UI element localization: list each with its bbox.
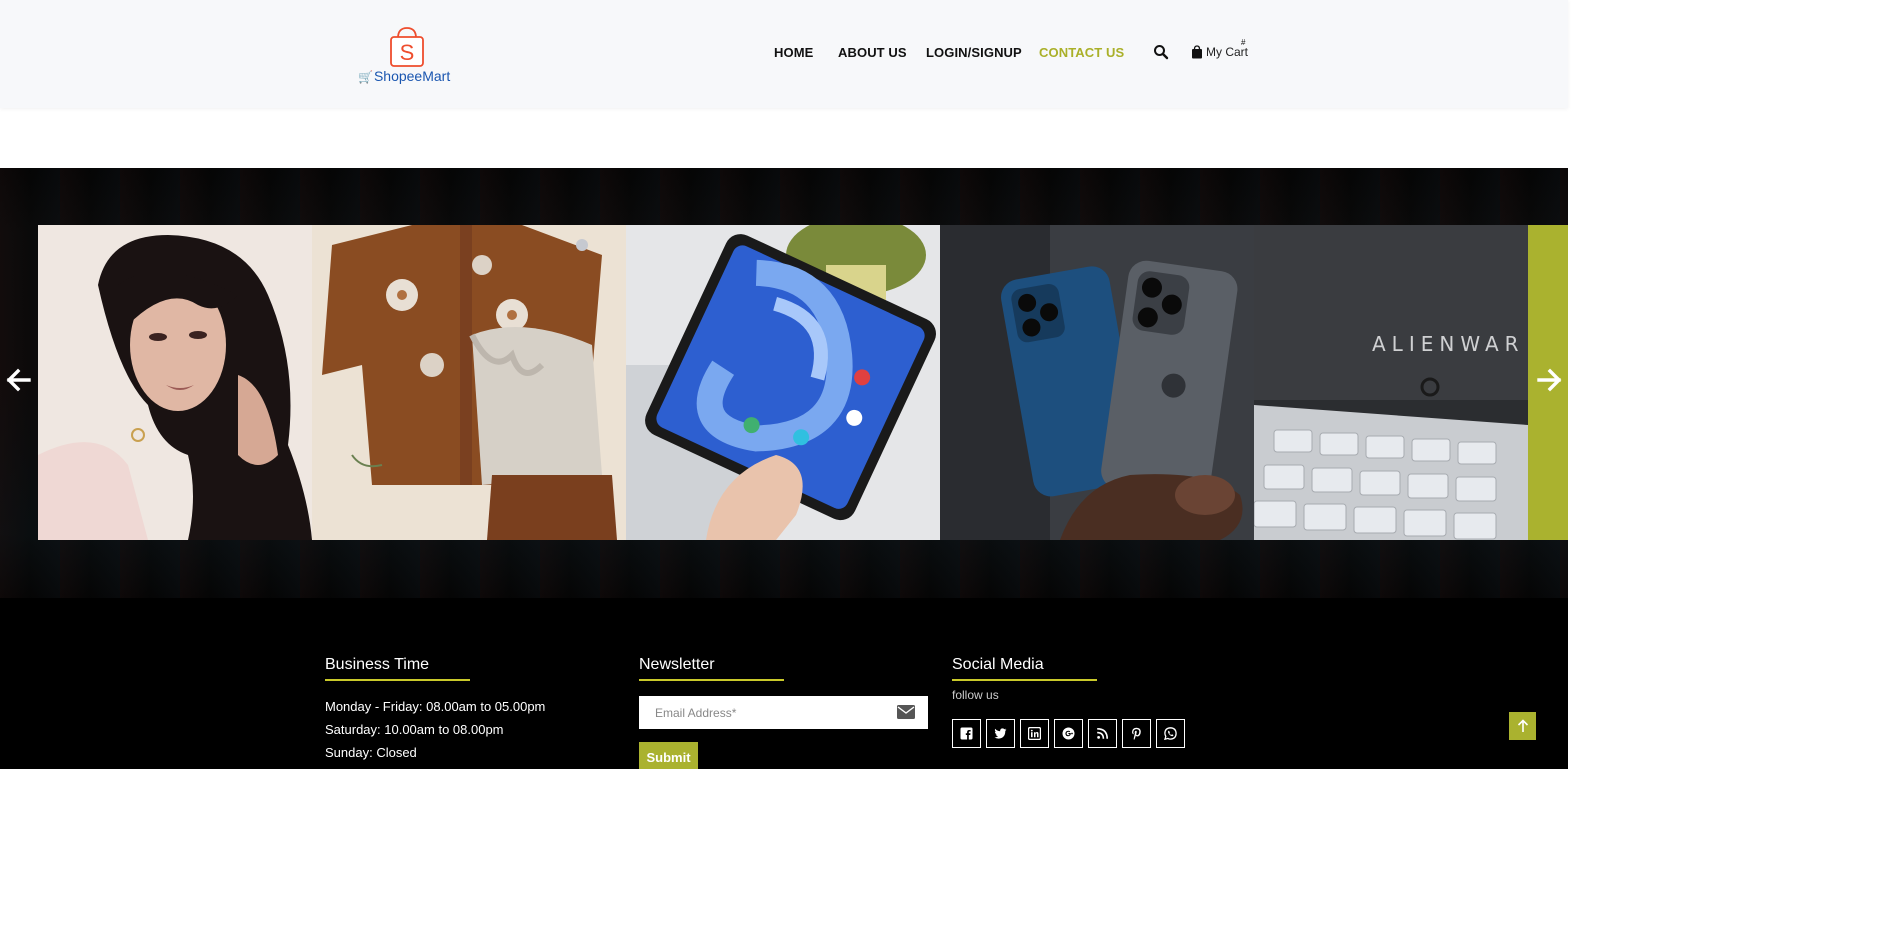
gallery-slide-tablet[interactable] <box>626 225 940 540</box>
hours-saturday: Saturday: 10.00am to 08.00pm <box>325 722 504 737</box>
nav-home[interactable]: HOME <box>774 45 813 60</box>
business-time-underline <box>325 679 470 681</box>
gallery-slides: ALIENWAR <box>38 225 1528 540</box>
site-header: S 🛒ShopeeMart HOME ABOUT US LOGIN/SIGNUP… <box>0 0 1568 108</box>
linkedin-icon[interactable] <box>1020 719 1049 748</box>
newsletter-form <box>639 696 928 729</box>
business-time-title: Business Time <box>325 656 430 673</box>
cart-label: My Cart <box>1206 45 1248 59</box>
arrow-right-icon[interactable] <box>1536 367 1562 393</box>
tablet-image <box>626 225 940 540</box>
laptop-image: ALIENWAR <box>1254 225 1528 540</box>
nav-login-signup[interactable]: LOGIN/SIGNUP <box>926 45 1022 60</box>
newsletter-underline <box>639 679 784 681</box>
search-icon[interactable] <box>1153 44 1169 60</box>
site-footer: Business Time Monday - Friday: 08.00am t… <box>0 598 1568 769</box>
hours-sunday: Sunday: Closed <box>325 745 417 760</box>
hours-weekday: Monday - Friday: 08.00am to 05.00pm <box>325 699 546 714</box>
cart-small-icon: 🛒 <box>358 70 373 84</box>
iphone-image <box>940 225 1254 540</box>
shopping-bag-icon <box>1192 45 1202 59</box>
arrow-left-icon[interactable] <box>6 367 32 393</box>
newsletter-title: Newsletter <box>639 656 715 673</box>
clothing-image <box>312 225 626 540</box>
social-media-underline <box>952 679 1097 681</box>
follow-us-text: follow us <box>952 688 999 702</box>
submit-button[interactable]: Submit <box>639 742 698 769</box>
shopeemart-logo[interactable]: S 🛒ShopeeMart <box>358 26 454 88</box>
social-media-title: Social Media <box>952 656 1044 673</box>
rss-icon[interactable] <box>1088 719 1117 748</box>
twitter-icon[interactable] <box>986 719 1015 748</box>
gallery-slide-laptop[interactable]: ALIENWAR <box>1254 225 1528 540</box>
google-plus-icon[interactable] <box>1054 719 1083 748</box>
whatsapp-icon[interactable] <box>1156 719 1185 748</box>
cart-count-badge: # <box>1241 38 1246 47</box>
nav-contact-us[interactable]: CONTACT US <box>1039 45 1124 60</box>
product-gallery: ALIENWAR <box>0 168 1568 598</box>
gallery-slide-clothing[interactable] <box>312 225 626 540</box>
laptop-brand-text: ALIENWAR <box>1372 332 1525 356</box>
email-input[interactable] <box>639 696 889 729</box>
portrait-image <box>38 225 312 540</box>
back-to-top-button[interactable] <box>1509 712 1536 740</box>
facebook-icon[interactable] <box>952 719 981 748</box>
logo-text: ShopeeMart <box>373 68 451 84</box>
gallery-slide-iphone[interactable] <box>940 225 1254 540</box>
pinterest-icon[interactable] <box>1122 719 1151 748</box>
arrow-up-icon <box>1517 719 1528 732</box>
logo-letter: S <box>400 40 415 65</box>
gallery-slide-portrait[interactable] <box>38 225 312 540</box>
envelope-icon[interactable] <box>897 705 915 719</box>
nav-about-us[interactable]: ABOUT US <box>838 45 907 60</box>
shopping-bag-logo-icon: S <box>390 27 424 67</box>
